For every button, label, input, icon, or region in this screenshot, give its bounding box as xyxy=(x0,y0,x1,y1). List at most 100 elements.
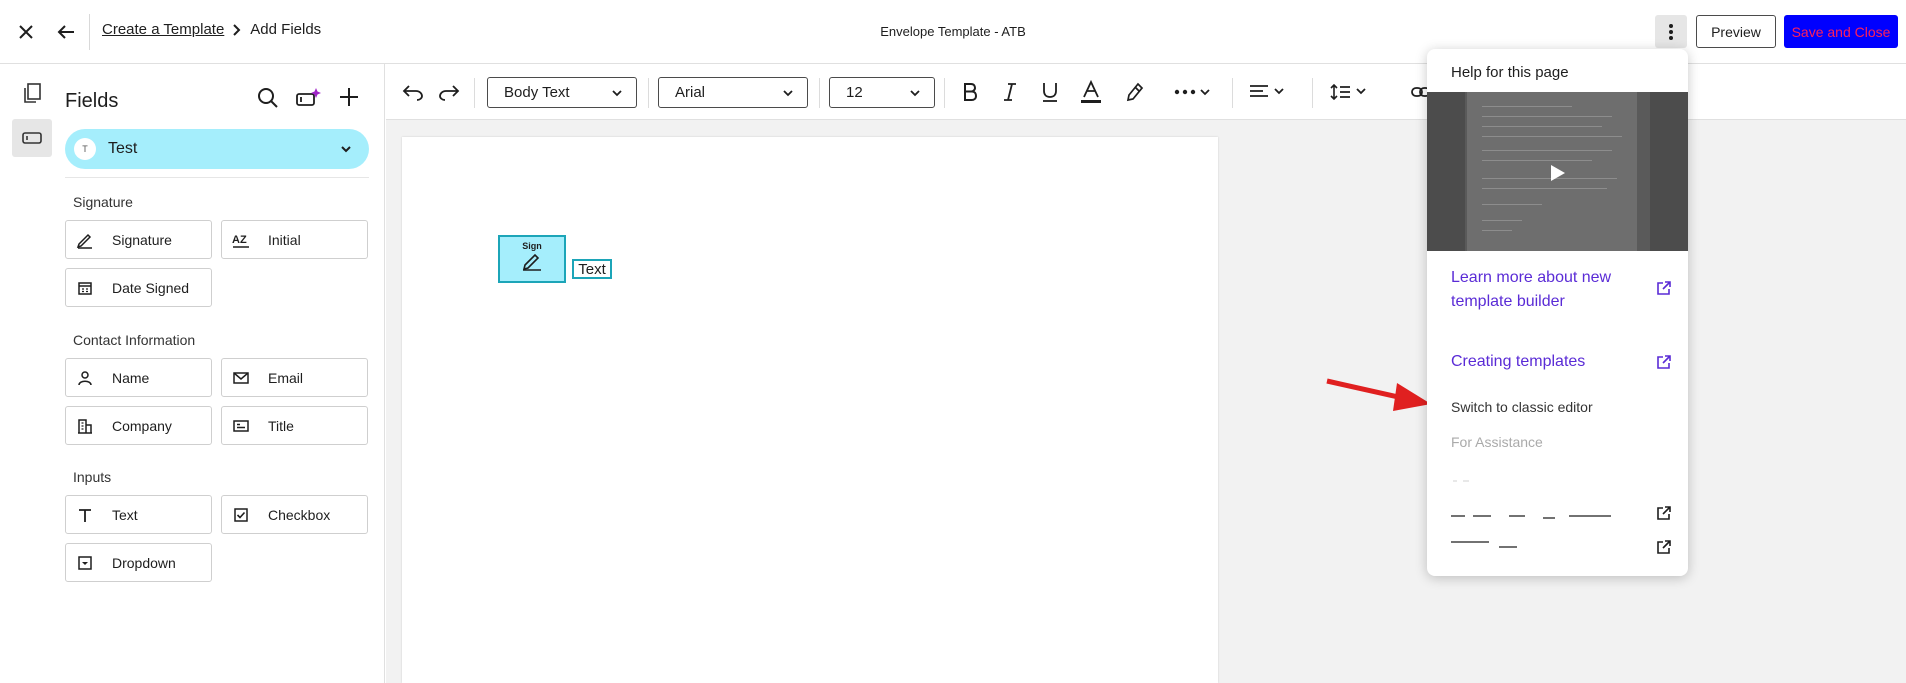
undo-icon[interactable] xyxy=(400,76,426,108)
document-page xyxy=(402,137,1218,683)
search-icon[interactable] xyxy=(256,86,280,115)
field-name[interactable]: Name xyxy=(65,358,212,397)
more-formatting-icon[interactable] xyxy=(1172,76,1216,108)
video-frame xyxy=(1427,92,1465,251)
video-frame xyxy=(1482,230,1512,231)
panel-title: Fields xyxy=(65,90,119,112)
highlighter-icon[interactable] xyxy=(1119,76,1149,108)
video-frame xyxy=(1482,106,1572,107)
divider xyxy=(89,14,90,50)
font-size-select[interactable]: 12 xyxy=(829,77,935,108)
redacted-contact-phone[interactable] xyxy=(1451,539,1531,553)
field-date-signed[interactable]: Date Signed xyxy=(65,268,212,307)
section-title-contact: Contact Information xyxy=(73,332,196,348)
building-icon xyxy=(76,417,94,435)
field-dropdown[interactable]: Dropdown xyxy=(65,543,212,582)
section-title-signature: Signature xyxy=(73,194,133,210)
video-frame xyxy=(1650,92,1688,251)
field-label: Name xyxy=(112,369,150,386)
italic-icon[interactable] xyxy=(996,76,1024,108)
field-label: Checkbox xyxy=(268,506,331,523)
placed-signature-field[interactable]: Sign xyxy=(498,235,566,283)
text-icon xyxy=(76,506,94,524)
text-color-icon[interactable] xyxy=(1076,76,1106,108)
divider xyxy=(474,78,475,108)
preview-button[interactable]: Preview xyxy=(1696,15,1776,48)
chevron-down-icon xyxy=(612,90,622,97)
ai-field-icon[interactable] xyxy=(295,86,321,115)
field-label: Title xyxy=(268,417,294,434)
help-title: Help for this page xyxy=(1451,64,1569,81)
placed-text-field[interactable]: Text xyxy=(572,259,612,279)
switch-classic-editor[interactable]: Switch to classic editor xyxy=(1451,399,1593,415)
back-arrow-icon[interactable] xyxy=(54,20,78,44)
video-frame xyxy=(1482,188,1607,189)
font-family-value: Arial xyxy=(675,84,706,101)
video-frame xyxy=(1482,204,1542,205)
video-frame xyxy=(1482,116,1612,117)
line-spacing-icon[interactable] xyxy=(1328,76,1372,108)
breadcrumb-link[interactable]: Create a Template xyxy=(102,21,224,38)
divider xyxy=(65,177,369,178)
video-frame xyxy=(1482,160,1592,161)
external-link-icon[interactable] xyxy=(1656,539,1672,555)
external-link-icon[interactable] xyxy=(1656,354,1672,370)
chevron-down-icon xyxy=(910,90,920,97)
left-rail xyxy=(0,64,52,683)
field-label: Initial xyxy=(268,231,301,248)
play-icon[interactable] xyxy=(1550,164,1566,182)
field-initial[interactable]: AZ Initial xyxy=(221,220,368,259)
video-frame xyxy=(1482,150,1612,151)
help-link-learn-more[interactable]: Learn more about new template builder xyxy=(1451,266,1651,314)
kebab-icon xyxy=(1669,23,1673,40)
field-signature[interactable]: Signature xyxy=(65,220,212,259)
annotation-arrow-icon xyxy=(1326,378,1431,411)
field-email[interactable]: Email xyxy=(221,358,368,397)
fields-icon[interactable] xyxy=(12,119,52,157)
breadcrumb: Create a Template Add Fields xyxy=(102,21,321,38)
video-frame xyxy=(1482,220,1522,221)
redo-icon[interactable] xyxy=(436,76,462,108)
font-family-select[interactable]: Arial xyxy=(658,77,808,108)
id-card-icon xyxy=(232,417,250,435)
text-style-select[interactable]: Body Text xyxy=(487,77,637,108)
font-size-value: 12 xyxy=(846,84,863,101)
pages-icon[interactable] xyxy=(12,74,52,112)
chevron-down-icon xyxy=(341,146,351,153)
person-icon xyxy=(76,369,94,387)
save-and-close-button[interactable]: Save and Close xyxy=(1784,15,1898,48)
field-label: Email xyxy=(268,369,304,386)
help-video[interactable] xyxy=(1427,92,1688,251)
external-link-icon[interactable] xyxy=(1656,280,1672,296)
divider xyxy=(1232,78,1233,108)
section-title-inputs: Inputs xyxy=(73,469,112,485)
close-icon[interactable] xyxy=(14,20,38,44)
chevron-down-icon xyxy=(783,90,793,97)
chevron-right-icon xyxy=(233,23,241,36)
fields-panel: Fields T Test Signature Signature AZ Ini… xyxy=(52,64,385,683)
field-label: Signature xyxy=(112,231,172,248)
field-text[interactable]: Text xyxy=(65,495,212,534)
field-checkbox[interactable]: Checkbox xyxy=(221,495,368,534)
recipient-name: Test xyxy=(108,140,138,157)
field-title[interactable]: Title xyxy=(221,406,368,445)
sign-label: Sign xyxy=(522,241,542,251)
initials-icon: AZ xyxy=(232,231,250,249)
external-link-icon[interactable] xyxy=(1656,505,1672,521)
checkbox-icon xyxy=(232,506,250,524)
align-icon[interactable] xyxy=(1246,76,1290,108)
more-options-button[interactable] xyxy=(1655,15,1687,48)
bold-icon[interactable] xyxy=(956,76,984,108)
calendar-icon xyxy=(76,279,94,297)
field-company[interactable]: Company xyxy=(65,406,212,445)
field-label: Dropdown xyxy=(112,554,176,571)
divider xyxy=(819,78,820,108)
pen-icon xyxy=(76,231,94,249)
recipient-selector[interactable]: T Test xyxy=(65,129,369,169)
redacted-contact-email[interactable] xyxy=(1451,507,1611,521)
add-icon[interactable] xyxy=(338,86,360,113)
help-link-creating-templates[interactable]: Creating templates xyxy=(1451,350,1585,374)
divider xyxy=(648,78,649,108)
underline-icon[interactable] xyxy=(1036,76,1064,108)
divider xyxy=(944,78,945,108)
